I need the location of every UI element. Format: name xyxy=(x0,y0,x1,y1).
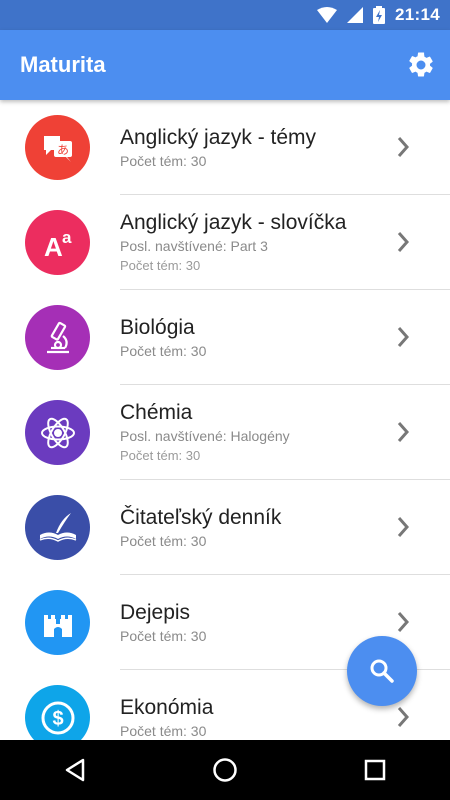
list-item[interactable]: Chémia Posl. navštívené: Halogény Počet … xyxy=(0,385,450,480)
app-bar: Maturita xyxy=(0,30,450,100)
nav-home-button[interactable] xyxy=(195,740,255,800)
navigation-bar xyxy=(0,740,450,800)
app-title: Maturita xyxy=(20,52,106,77)
chevron-right-icon xyxy=(397,232,410,252)
item-text: Dejepis Počet tém: 30 xyxy=(120,575,380,669)
dollar-icon: $ xyxy=(41,701,74,734)
item-subtitle: Počet tém: 30 xyxy=(120,257,201,273)
svg-text:あ: あ xyxy=(56,143,68,157)
avatar: あ xyxy=(25,115,90,180)
item-subtitle: Počet tém: 30 xyxy=(120,152,207,169)
svg-text:$: $ xyxy=(52,708,63,730)
item-title: Čitateľský denník xyxy=(120,505,282,529)
translate-icon: あ xyxy=(43,135,72,162)
item-title: Dejepis xyxy=(120,600,191,624)
chevron-right-icon xyxy=(397,422,410,442)
status-icons: 21:14 xyxy=(317,0,440,30)
svg-text:A: A xyxy=(44,232,63,262)
svg-text:a: a xyxy=(62,228,72,247)
castle-icon xyxy=(43,614,72,637)
search-fab-button[interactable] xyxy=(347,636,417,706)
item-last-visited: Posl. navštívené: Part 3 xyxy=(120,237,268,254)
avatar: A a xyxy=(25,210,90,275)
item-text: Čitateľský denník Počet tém: 30 xyxy=(120,480,380,574)
back-triangle-icon xyxy=(65,758,85,782)
recents-square-icon xyxy=(364,759,386,781)
atom-icon xyxy=(40,417,75,448)
chevron-right-icon xyxy=(397,137,410,157)
item-title: Ekonómia xyxy=(120,695,214,719)
wifi-icon xyxy=(317,7,338,23)
item-title: Chémia xyxy=(120,400,193,424)
signal-icon xyxy=(347,7,364,23)
item-title: Anglický jazyk - témy xyxy=(120,125,317,149)
item-text: Biológia Počet tém: 30 xyxy=(120,290,380,384)
list-item[interactable]: A a Anglický jazyk - slovíčka Posl. navš… xyxy=(0,195,450,290)
search-icon xyxy=(370,659,394,683)
item-subtitle: Počet tém: 30 xyxy=(120,447,201,463)
avatar xyxy=(25,590,90,655)
status-bar: 21:14 xyxy=(0,0,450,30)
list-item[interactable]: Biológia Počet tém: 30 xyxy=(0,290,450,385)
item-text: Anglický jazyk - témy Počet tém: 30 xyxy=(120,100,380,194)
item-subtitle: Počet tém: 30 xyxy=(120,532,207,549)
nav-back-button[interactable] xyxy=(45,740,105,800)
item-text: Anglický jazyk - slovíčka Posl. navštíve… xyxy=(120,195,380,289)
avatar xyxy=(25,305,90,370)
battery-charging-icon xyxy=(373,6,386,24)
avatar xyxy=(25,495,90,560)
item-subtitle: Počet tém: 30 xyxy=(120,342,207,359)
avatar xyxy=(25,400,90,465)
list-item[interactable]: あ Anglický jazyk - témy Počet tém: 30 xyxy=(0,100,450,195)
chevron-right-icon xyxy=(397,517,410,537)
item-title: Biológia xyxy=(120,315,195,339)
item-subtitle: Počet tém: 30 xyxy=(120,722,207,739)
home-circle-icon xyxy=(213,758,237,782)
item-last-visited: Posl. navštívené: Halogény xyxy=(120,427,290,444)
chevron-right-icon xyxy=(397,707,410,727)
nav-recents-button[interactable] xyxy=(345,740,405,800)
avatar: $ xyxy=(25,685,90,740)
chevron-right-icon xyxy=(397,612,410,632)
book-quill-icon xyxy=(39,512,76,542)
microscope-icon xyxy=(46,321,69,353)
item-title: Anglický jazyk - slovíčka xyxy=(120,210,347,234)
clock: 21:14 xyxy=(395,5,440,24)
item-text: Ekonómia Počet tém: 30 xyxy=(120,670,380,740)
settings-gear-icon[interactable] xyxy=(406,50,436,80)
list-item[interactable]: Čitateľský denník Počet tém: 30 xyxy=(0,480,450,575)
item-subtitle: Počet tém: 30 xyxy=(120,627,207,644)
font-size-icon: A a xyxy=(44,228,72,262)
item-text: Chémia Posl. navštívené: Halogény Počet … xyxy=(120,385,380,479)
chevron-right-icon xyxy=(397,327,410,347)
